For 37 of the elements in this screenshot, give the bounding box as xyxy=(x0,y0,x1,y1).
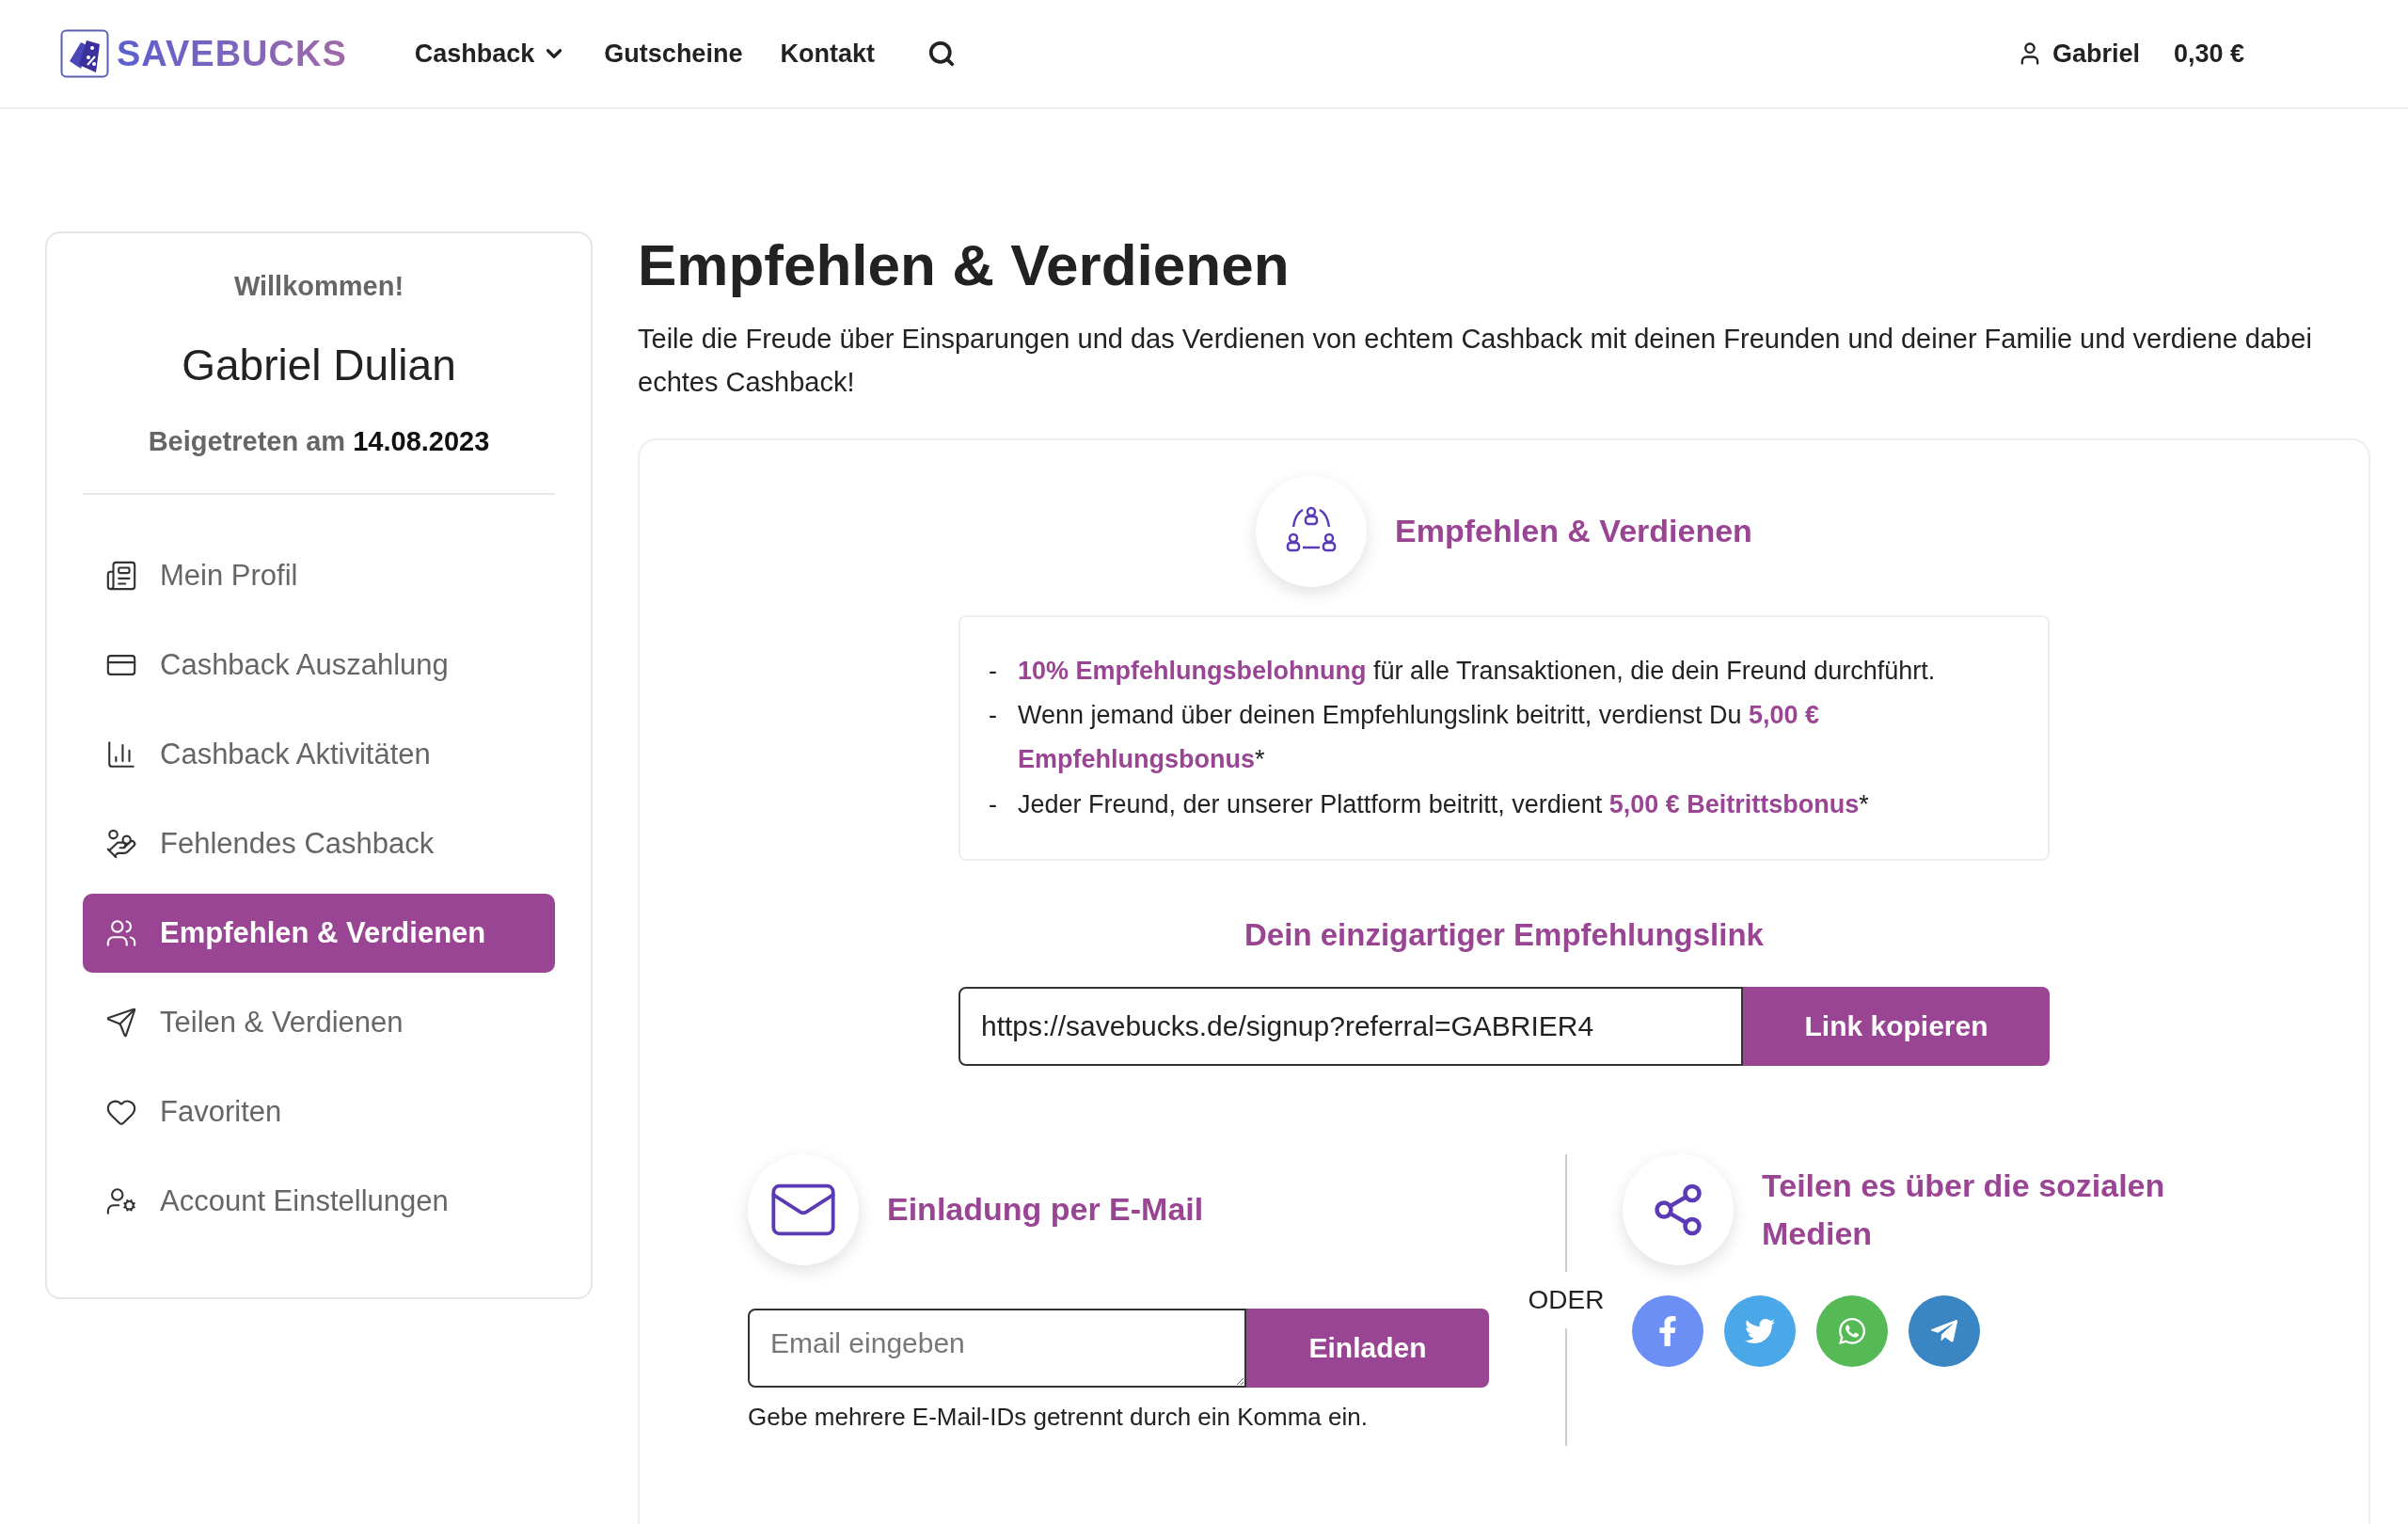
email-field[interactable]: Email eingeben xyxy=(748,1308,1246,1388)
sidebar-item[interactable]: Fehlendes Cashback xyxy=(83,804,555,883)
sidebar-item[interactable]: Favoriten xyxy=(83,1072,555,1151)
whatsapp-icon xyxy=(1837,1315,1867,1346)
link-heading: Dein einzigartiger Empfehlungslink xyxy=(1244,916,1764,953)
search-icon[interactable] xyxy=(927,40,956,68)
section-heading: Einladung per E-Mail xyxy=(887,1190,1204,1230)
welcome-text: Willkommen! xyxy=(232,271,405,302)
bullet-text: 10% Empfehlungsbelohnung für alle Transaktionen, die dein Freund durchführt. xyxy=(1018,655,1936,687)
sidebar-item[interactable]: Account Einstellungen xyxy=(83,1162,555,1241)
sidebar-item[interactable]: Empfehlen & Verdienen xyxy=(83,894,555,973)
invite-button[interactable]: Einladen xyxy=(1246,1308,1489,1388)
balance: 0,30 € xyxy=(2173,39,2244,69)
bullet-dash: - xyxy=(989,655,997,687)
bullet-text: Jeder Freund, der unserer Plattform beitritt, verdient 5,00 € Beitrittsbonus* xyxy=(1018,788,1869,820)
sidebar-item[interactable]: Cashback Auszahlung xyxy=(83,626,555,705)
user-name: Gabriel Dulian xyxy=(181,340,457,390)
section-heading: Teilen es über die sozialen Medien xyxy=(1762,1166,2166,1253)
sidebar-item[interactable]: Cashback Aktivitäten xyxy=(83,715,555,794)
sidebar-item[interactable]: Mein Profil xyxy=(83,536,555,615)
nav-dropdown[interactable]: Cashback xyxy=(414,39,567,69)
joined-date: Beigetreten am 14.08.2023 xyxy=(83,426,555,495)
section-heading: Empfehlen & Verdienen xyxy=(1395,512,1752,551)
intro-text: Teile die Freude über Einsparungen und das Verdienen von echtem Cashback mit deinen Freunden und deiner Familie und verdiene dabei echtes Cashback! xyxy=(638,323,2313,400)
bullet-dash: - xyxy=(989,788,997,820)
copy-link-button[interactable]: Link kopieren xyxy=(1743,986,2050,1066)
referral-link-field[interactable]: https://savebucks.de/signup?referral=GABRIER4 xyxy=(958,986,1743,1066)
nav-link[interactable]: Gutscheine xyxy=(604,39,743,69)
or-label: ODER xyxy=(1528,1283,1605,1316)
bullet-dash: - xyxy=(989,700,997,732)
user-link[interactable]: Gabriel xyxy=(2016,39,2140,69)
bullet-text: Wenn jemand über deinen Empfehlungslink beitritt, verdienst Du 5,00 € Empfehlungsbonus* xyxy=(1018,700,1820,776)
logo-icon xyxy=(60,29,109,78)
page-title: Empfehlen & Verdienen xyxy=(638,231,1291,298)
nav-link[interactable]: Kontakt xyxy=(780,39,875,69)
sidebar-item[interactable]: Teilen & Verdienen xyxy=(83,983,555,1062)
hint-text: Gebe mehrere E-Mail-IDs getrennt durch ein Komma ein. xyxy=(748,1402,1369,1432)
